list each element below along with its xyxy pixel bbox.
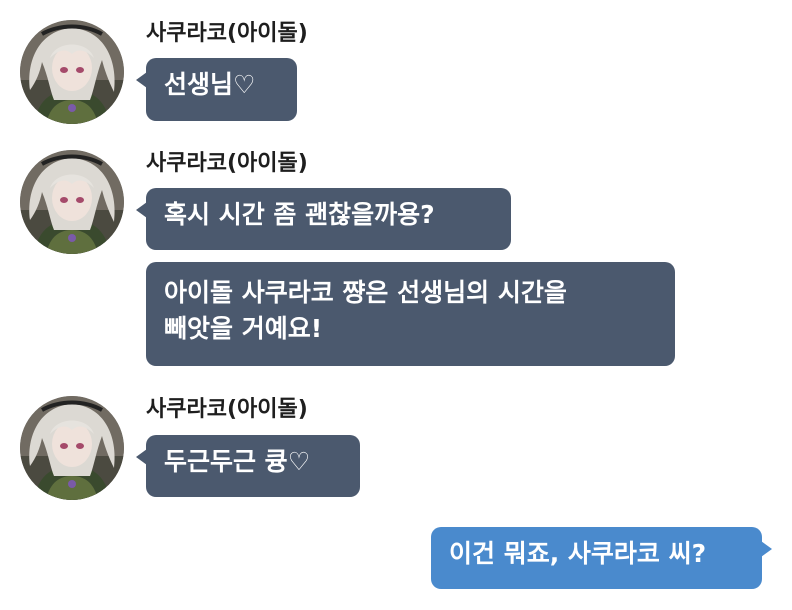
avatar-image	[20, 150, 124, 254]
reply-bubble[interactable]: 이건 뭐죠, 사쿠라코 씨?	[431, 527, 772, 589]
avatar[interactable]	[20, 396, 124, 500]
message-bubble[interactable]: 혹시 시간 좀 괜찮을까용?	[136, 188, 511, 250]
avatar-image	[20, 396, 124, 500]
message-bubble[interactable]: 두근두근 큥♡	[136, 435, 360, 497]
avatar[interactable]	[20, 150, 124, 254]
message-bubble[interactable]: 아이돌 사쿠라코 쨩은 선생님의 시간을 빼앗을 거예요!	[146, 262, 675, 366]
sender-name: 사쿠라코(아이돌)	[146, 21, 308, 46]
message-bubble[interactable]: 선생님♡	[136, 58, 297, 121]
sender-name: 사쿠라코(아이돌)	[146, 397, 308, 422]
avatar-image	[20, 20, 124, 124]
avatar[interactable]	[20, 20, 124, 124]
sender-name: 사쿠라코(아이돌)	[146, 151, 308, 176]
